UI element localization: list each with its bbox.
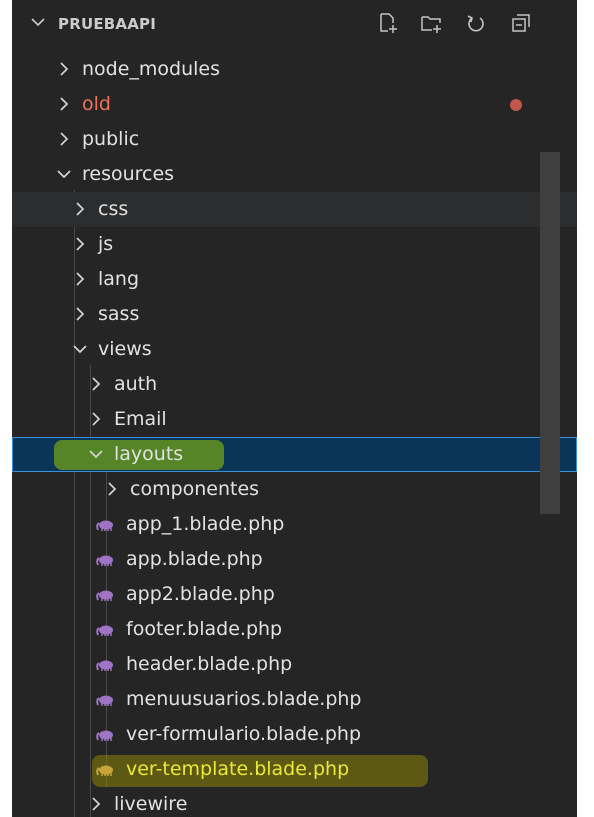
new-file-icon[interactable]	[377, 12, 399, 34]
explorer-panel: PRUEBAAPI node_modulesold public resources…	[12, 0, 577, 817]
tree-folder-layouts[interactable]: layouts	[12, 437, 577, 472]
tree-item-label: header.blade.php	[126, 653, 293, 675]
tree-item-label: app_1.blade.php	[126, 513, 285, 535]
modified-dot-icon	[510, 99, 522, 111]
tree-file-app-blade-php[interactable]: app.blade.php	[12, 542, 577, 577]
tree-item-label: resources	[82, 163, 175, 185]
tree-item-label: old	[82, 93, 111, 115]
tree-folder-lang[interactable]: lang	[12, 262, 577, 297]
chevron-down-icon	[73, 345, 87, 354]
tree-folder-public[interactable]: public	[12, 122, 577, 157]
tree-item-label: css	[98, 198, 129, 220]
chevron-right-icon	[60, 97, 69, 111]
tree-folder-sass[interactable]: sass	[12, 297, 577, 332]
refresh-icon[interactable]	[465, 12, 487, 34]
new-folder-icon[interactable]	[420, 12, 442, 34]
php-elephant-icon	[96, 695, 113, 706]
explorer-title: PRUEBAAPI	[58, 15, 156, 33]
tree-file-app-1-blade-php[interactable]: app_1.blade.php	[12, 507, 577, 542]
tree-file-footer-blade-php[interactable]: footer.blade.php	[12, 612, 577, 647]
tree-folder-css[interactable]: css	[12, 192, 577, 227]
tree-item-label: ver-formulario.blade.php	[126, 723, 362, 745]
chevron-down-icon	[57, 170, 71, 179]
tree-folder-email[interactable]: Email	[12, 402, 577, 437]
tree-file-menuusuarios-blade-php[interactable]: menuusuarios.blade.php	[12, 682, 577, 717]
tree-file-ver-template-blade-php[interactable]: ver-template.blade.php	[12, 752, 577, 787]
tree-folder-auth[interactable]: auth	[12, 367, 577, 402]
tree-folder-old[interactable]: old	[12, 87, 577, 122]
chevron-right-icon	[92, 797, 101, 811]
tree-item-label: app.blade.php	[126, 548, 263, 570]
tree-folder-node-modules[interactable]: node_modules	[12, 52, 577, 87]
php-elephant-icon	[96, 520, 113, 531]
tree-folder-js[interactable]: js	[12, 227, 577, 262]
tree-item-label: node_modules	[82, 58, 221, 80]
chevron-right-icon	[60, 62, 69, 76]
chevron-right-icon	[76, 237, 85, 251]
php-elephant-icon	[96, 730, 113, 741]
php-elephant-icon	[96, 660, 113, 671]
tree-file-ver-formulario-blade-php[interactable]: ver-formulario.blade.php	[12, 717, 577, 752]
tree-item-label: livewire	[114, 793, 188, 815]
tree-item-label: componentes	[130, 478, 260, 500]
tree-item-label: layouts	[114, 443, 184, 465]
tree-folder-views[interactable]: views	[12, 332, 577, 367]
php-elephant-icon	[96, 590, 113, 601]
chevron-down-icon	[89, 450, 103, 459]
chevron-right-icon	[108, 482, 117, 496]
scrollbar-thumb[interactable]	[540, 152, 560, 514]
tree-folder-componentes[interactable]: componentes	[12, 472, 577, 507]
tree-item-label: public	[82, 128, 140, 150]
chevron-right-icon	[60, 132, 69, 146]
tree-item-label: footer.blade.php	[126, 618, 283, 640]
php-elephant-icon	[96, 625, 113, 636]
tree-item-label: menuusuarios.blade.php	[126, 688, 362, 710]
tree-file-app2-blade-php[interactable]: app2.blade.php	[12, 577, 577, 612]
tree-item-label: js	[98, 233, 114, 255]
tree-folder-resources[interactable]: resources	[12, 157, 577, 192]
chevron-down-icon[interactable]	[30, 14, 46, 30]
tree-item-label: auth	[114, 373, 158, 395]
tree-item-label: ver-template.blade.php	[126, 758, 350, 780]
explorer-header[interactable]: PRUEBAAPI	[12, 0, 577, 50]
chevron-right-icon	[76, 307, 85, 321]
collapse-all-icon[interactable]	[510, 12, 532, 34]
tree-folder-livewire[interactable]: livewire	[12, 787, 577, 817]
tree-item-label: app2.blade.php	[126, 583, 275, 605]
chevron-right-icon	[76, 202, 85, 216]
php-elephant-icon	[96, 555, 113, 566]
tree-file-header-blade-php[interactable]: header.blade.php	[12, 647, 577, 682]
chevron-right-icon	[76, 272, 85, 286]
tree-item-label: sass	[98, 303, 140, 325]
php-elephant-icon	[96, 765, 113, 776]
chevron-right-icon	[92, 412, 101, 426]
tree-item-label: lang	[98, 268, 140, 290]
tree-item-label: views	[98, 338, 152, 360]
chevron-right-icon	[92, 377, 101, 391]
tree-item-label: Email	[114, 408, 167, 430]
